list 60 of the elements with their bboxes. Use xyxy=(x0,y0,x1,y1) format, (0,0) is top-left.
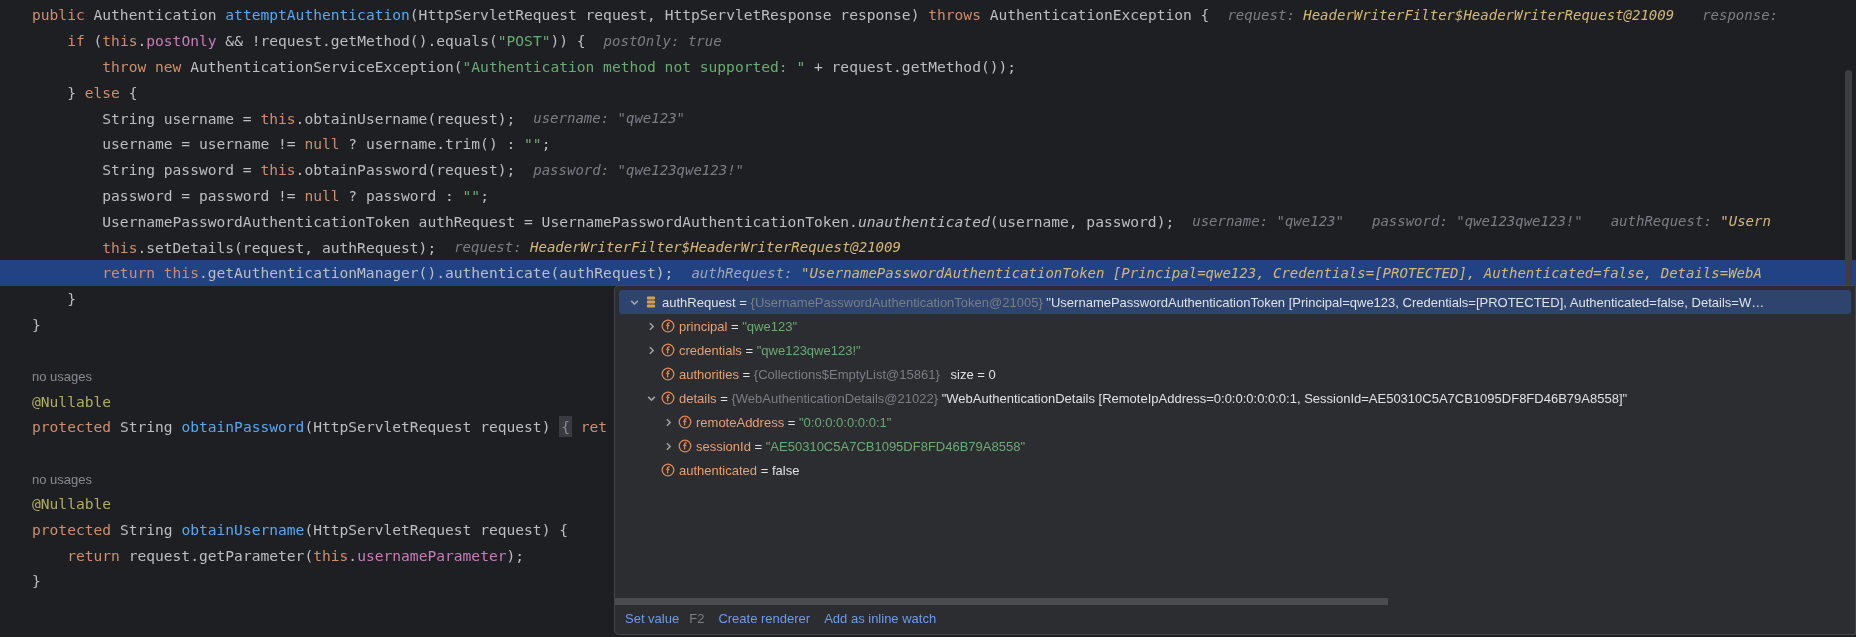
variable-value: credentials = "qwe123qwe123!" xyxy=(679,342,861,358)
inline-value-hint: password: "qwe123qwe123!" xyxy=(1371,213,1583,230)
code-line: this.setDetails(request, authRequest); xyxy=(101,238,437,256)
tree-row[interactable]: principal = "qwe123" xyxy=(619,314,1851,338)
tree-row[interactable]: details = {WebAuthenticationDetails@21022} "WebAuthenticationDetails [RemoteIpAddress=0:0:0:0:0:0:0:1, SessionId=AE50310C5A7CB1095DF8FD46B79A8558]" xyxy=(619,386,1851,410)
code-line: throw new AuthenticationServiceException("Authentication method not supported: " + request.getMethod()); xyxy=(101,58,1017,75)
tree-row[interactable]: credentials = "qwe123qwe123!" xyxy=(619,338,1851,362)
field-icon xyxy=(661,367,675,381)
action-link[interactable]: Set value xyxy=(625,611,680,626)
tree-row[interactable]: authenticated = false xyxy=(619,458,1851,482)
code-line: } xyxy=(32,572,41,590)
inline-value-hint: authRequest: "Usern xyxy=(1610,213,1771,230)
code-line: UsernamePasswordAuthenticationToken authRequest = UsernamePasswordAuthenticationToken.unauthenticated(username, password); xyxy=(101,212,1175,230)
variable-value: details = {WebAuthenticationDetails@21022} "WebAuthenticationDetails [RemoteIpAddress=0:0:0:0:0:0:0:1, SessionId=AE50310C5A7CB1095DF8FD46B79A8558]" xyxy=(679,390,1628,406)
field-icon xyxy=(661,391,675,405)
code-line: } else { xyxy=(66,83,138,101)
annotation: @Nullable xyxy=(32,494,112,512)
field-icon xyxy=(678,415,692,429)
code-line: String username = this.obtainUsername(request); xyxy=(101,109,516,127)
tree-row[interactable]: remoteAddress = "0:0:0:0:0:0:0:1" xyxy=(619,410,1851,434)
tree-row[interactable]: authRequest = {UsernamePasswordAuthenticationToken@21005} "UsernamePasswordAuthenticationToken [Principal=qwe123, Credentials=[PROTECTED], Authenticated=false, Details=W… xyxy=(619,290,1851,314)
code-line: if (this.postOnly && !request.getMethod().equals("POST")) { xyxy=(66,32,586,50)
code-line: } xyxy=(32,315,41,333)
code-line: return this.getAuthenticationManager().authenticate(authRequest); xyxy=(101,264,674,282)
inline-value-hint: response: xyxy=(1702,6,1778,23)
annotation: @Nullable xyxy=(32,392,112,410)
stack-icon xyxy=(644,295,658,309)
inline-value-hint: request: HeaderWriterFilter$HeaderWriterRequest@21009 xyxy=(1227,6,1675,23)
code-line: password = password != null ? password : ""; xyxy=(101,186,489,204)
field-icon xyxy=(661,319,675,333)
inline-value-hint: username: "qwe123" xyxy=(1192,213,1344,230)
usages-hint: no usages xyxy=(32,368,92,385)
variable-value: sessionId = "AE50310C5A7CB1095DF8FD46B79A8558" xyxy=(696,438,1026,454)
field-icon xyxy=(661,463,675,477)
code-line: protected String obtainUsername(HttpServletRequest request) { xyxy=(32,520,568,538)
inline-value-hint: password: "qwe123qwe123!" xyxy=(533,161,744,178)
inline-value-hint: username: "qwe123" xyxy=(533,110,685,127)
scrollbar[interactable] xyxy=(615,598,1388,605)
variable-value: authenticated = false xyxy=(679,462,800,478)
variable-value: principal = "qwe123" xyxy=(679,318,798,334)
shortcut-hint: F2 xyxy=(689,611,705,626)
code-line: protected String obtainPassword(HttpServletRequest request) { ret xyxy=(32,418,608,436)
inline-value-hint: request: HeaderWriterFilter$HeaderWriterRequest@21009 xyxy=(454,239,901,256)
code-line: return request.getParameter(this.usernameParameter); xyxy=(66,546,525,564)
inline-value-hint: postOnly: true xyxy=(603,32,722,49)
field-icon xyxy=(678,439,692,453)
code-line: } xyxy=(66,290,76,308)
inline-value-hint: authRequest: "UsernamePasswordAuthenticationToken [Principal=qwe123, Credentials=[PROTECTED], Authenticated=false, Details=WebA xyxy=(691,264,1762,281)
tree-row[interactable]: authorities = {Collections$EmptyList@15861} size = 0 xyxy=(619,362,1851,386)
action-link[interactable]: Create renderer xyxy=(718,611,811,626)
field-icon xyxy=(661,343,675,357)
variable-value: remoteAddress = "0:0:0:0:0:0:0:1" xyxy=(696,414,892,430)
code-line: String password = this.obtainPassword(request); xyxy=(101,161,516,179)
code-line: username = username != null ? username.trim() : ""; xyxy=(101,135,551,153)
usages-hint: no usages xyxy=(32,470,92,487)
tree-row[interactable]: sessionId = "AE50310C5A7CB1095DF8FD46B79A8558" xyxy=(619,434,1851,458)
variable-value: authRequest = {UsernamePasswordAuthenticationToken@21005} "UsernamePasswordAuthenticationToken [Principal=qwe123, Credentials=[PROTECTED], Authenticated=false, Details=W… xyxy=(662,294,1765,310)
variable-value: authorities = {Collections$EmptyList@15861} size = 0 xyxy=(679,366,996,382)
code-line: public Authentication attemptAuthentication(HttpServletRequest request, HttpServletResponse response) throws AuthenticationException { xyxy=(32,6,1210,24)
action-link[interactable]: Add as inline watch xyxy=(824,611,937,626)
